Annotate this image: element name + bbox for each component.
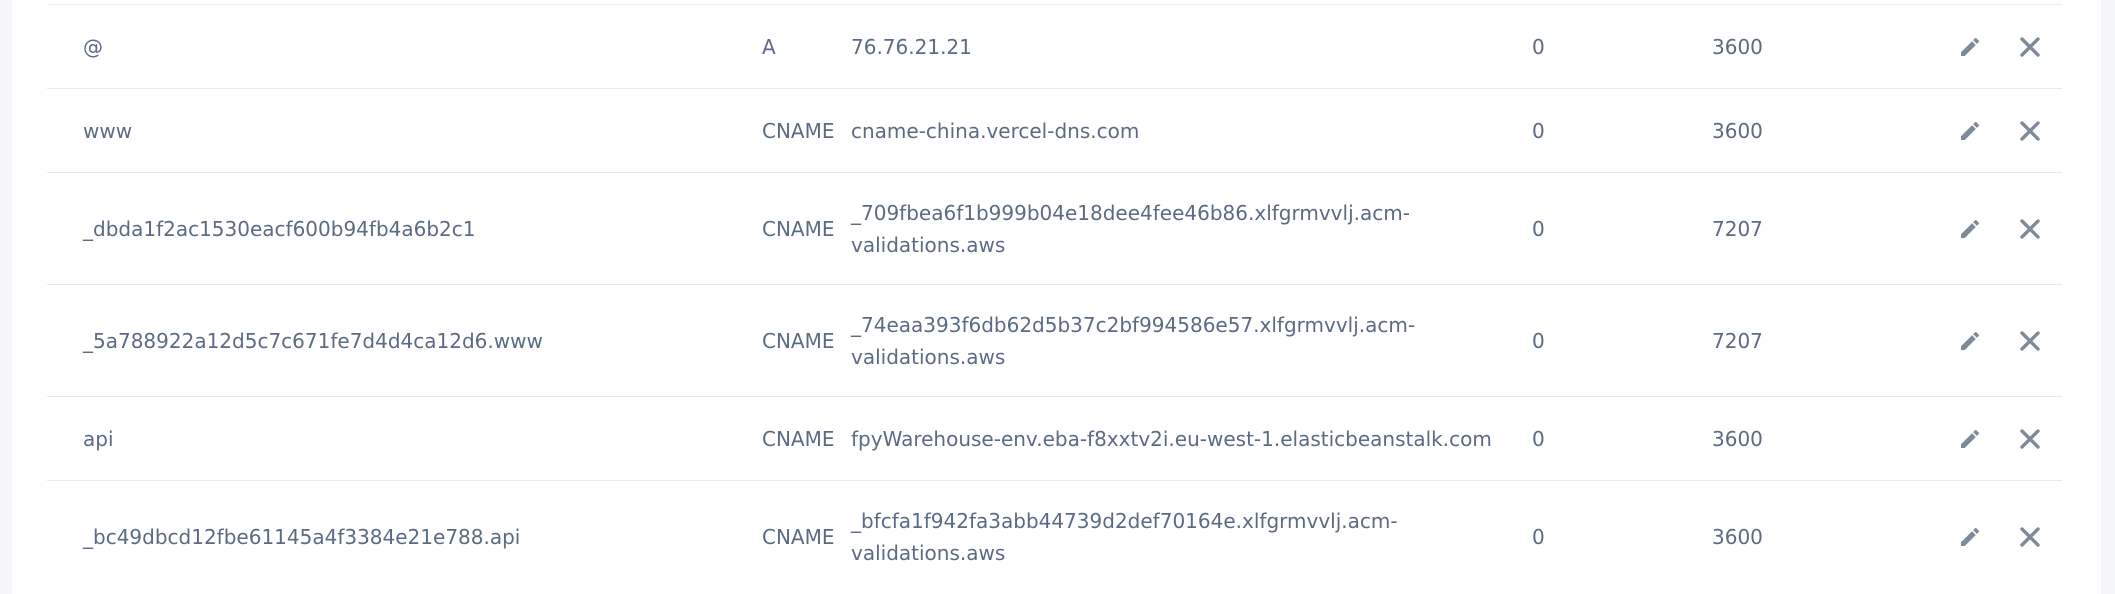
record-ttl: 7207: [1712, 328, 1763, 353]
table-row: _bc49dbcd12fbe61145a4f3384e21e788.api CN…: [47, 481, 2062, 592]
dns-records-panel: @ A 76.76.21.21 0 3600 www CNAME cname-c…: [12, 0, 2101, 594]
record-type: CNAME: [762, 524, 835, 549]
record-value-line: validations.aws: [851, 540, 1006, 565]
record-actions: [1950, 173, 2060, 284]
record-value-line: _74eaa393f6db62d5b37c2bf994586e57.xlfgrm…: [851, 312, 1416, 337]
record-ttl: 7207: [1712, 216, 1763, 241]
record-host: @: [83, 34, 103, 59]
close-icon: [2020, 428, 2040, 449]
record-value-line: _709fbea6f1b999b04e18dee4fee46b86.xlfgrm…: [851, 200, 1410, 225]
record-value: _74eaa393f6db62d5b37c2bf994586e57.xlfgrm…: [851, 309, 1415, 373]
table-row: _dbda1f2ac1530eacf600b94fb4a6b2c1 CNAME …: [47, 173, 2062, 285]
close-icon: [2020, 526, 2040, 547]
record-value-cell: fpyWarehouse-env.eba-f8xxtv2i.eu-west-1.…: [851, 397, 1541, 480]
record-type: A: [762, 34, 776, 59]
record-priority: 0: [1532, 34, 1545, 59]
record-priority: 0: [1532, 118, 1545, 143]
delete-record-button[interactable]: [2010, 419, 2050, 459]
record-value-cell: cname-china.vercel-dns.com: [851, 89, 1541, 172]
pencil-icon: [1961, 121, 1980, 140]
record-type: CNAME: [762, 328, 835, 353]
pencil-icon: [1961, 429, 1980, 448]
record-host: _bc49dbcd12fbe61145a4f3384e21e788.api: [83, 524, 521, 549]
close-icon: [2020, 330, 2040, 351]
record-priority: 0: [1532, 328, 1545, 353]
record-type: CNAME: [762, 426, 835, 451]
close-icon: [2020, 120, 2040, 141]
pencil-icon: [1961, 37, 1980, 56]
record-value: _709fbea6f1b999b04e18dee4fee46b86.xlfgrm…: [851, 197, 1410, 261]
table-row: @ A 76.76.21.21 0 3600: [47, 5, 2062, 89]
record-value: fpyWarehouse-env.eba-f8xxtv2i.eu-west-1.…: [851, 426, 1492, 451]
record-value-cell: 76.76.21.21: [851, 5, 1541, 88]
pencil-icon: [1961, 219, 1980, 238]
record-value-line: validations.aws: [851, 232, 1006, 257]
pencil-icon: [1961, 331, 1980, 350]
record-actions: [1950, 397, 2060, 480]
record-value: 76.76.21.21: [851, 34, 972, 59]
edit-record-button[interactable]: [1950, 517, 1990, 557]
record-actions: [1950, 89, 2060, 172]
edit-record-button[interactable]: [1950, 209, 1990, 249]
record-priority: 0: [1532, 524, 1545, 549]
close-icon: [2020, 218, 2040, 239]
table-row: api CNAME fpyWarehouse-env.eba-f8xxtv2i.…: [47, 397, 2062, 481]
delete-record-button[interactable]: [2010, 321, 2050, 361]
edit-record-button[interactable]: [1950, 111, 1990, 151]
record-ttl: 3600: [1712, 118, 1763, 143]
record-value-cell: _74eaa393f6db62d5b37c2bf994586e57.xlfgrm…: [851, 285, 1541, 396]
delete-record-button[interactable]: [2010, 517, 2050, 557]
record-host: www: [83, 118, 133, 143]
record-actions: [1950, 5, 2060, 88]
record-type: CNAME: [762, 118, 835, 143]
pencil-icon: [1961, 527, 1980, 546]
table-row: _5a788922a12d5c7c671fe7d4d4ca12d6.www CN…: [47, 285, 2062, 397]
close-icon: [2020, 36, 2040, 57]
record-ttl: 3600: [1712, 34, 1763, 59]
record-value-line: validations.aws: [851, 344, 1006, 369]
record-ttl: 3600: [1712, 426, 1763, 451]
record-host: _dbda1f2ac1530eacf600b94fb4a6b2c1: [83, 216, 476, 241]
dns-records-table: @ A 76.76.21.21 0 3600 www CNAME cname-c…: [47, 0, 2062, 592]
delete-record-button[interactable]: [2010, 111, 2050, 151]
record-priority: 0: [1532, 426, 1545, 451]
delete-record-button[interactable]: [2010, 209, 2050, 249]
record-value: _bfcfa1f942fa3abb44739d2def70164e.xlfgrm…: [851, 505, 1398, 569]
table-row: www CNAME cname-china.vercel-dns.com 0 3…: [47, 89, 2062, 173]
edit-record-button[interactable]: [1950, 321, 1990, 361]
record-priority: 0: [1532, 216, 1545, 241]
record-type: CNAME: [762, 216, 835, 241]
edit-record-button[interactable]: [1950, 419, 1990, 459]
record-value-cell: _bfcfa1f942fa3abb44739d2def70164e.xlfgrm…: [851, 481, 1541, 592]
record-value-cell: _709fbea6f1b999b04e18dee4fee46b86.xlfgrm…: [851, 173, 1541, 284]
record-ttl: 3600: [1712, 524, 1763, 549]
record-value-line: _bfcfa1f942fa3abb44739d2def70164e.xlfgrm…: [851, 508, 1398, 533]
record-host: _5a788922a12d5c7c671fe7d4d4ca12d6.www: [83, 328, 543, 353]
record-actions: [1950, 481, 2060, 592]
record-value: cname-china.vercel-dns.com: [851, 118, 1140, 143]
record-host: api: [83, 426, 114, 451]
delete-record-button[interactable]: [2010, 27, 2050, 67]
edit-record-button[interactable]: [1950, 27, 1990, 67]
record-actions: [1950, 285, 2060, 396]
